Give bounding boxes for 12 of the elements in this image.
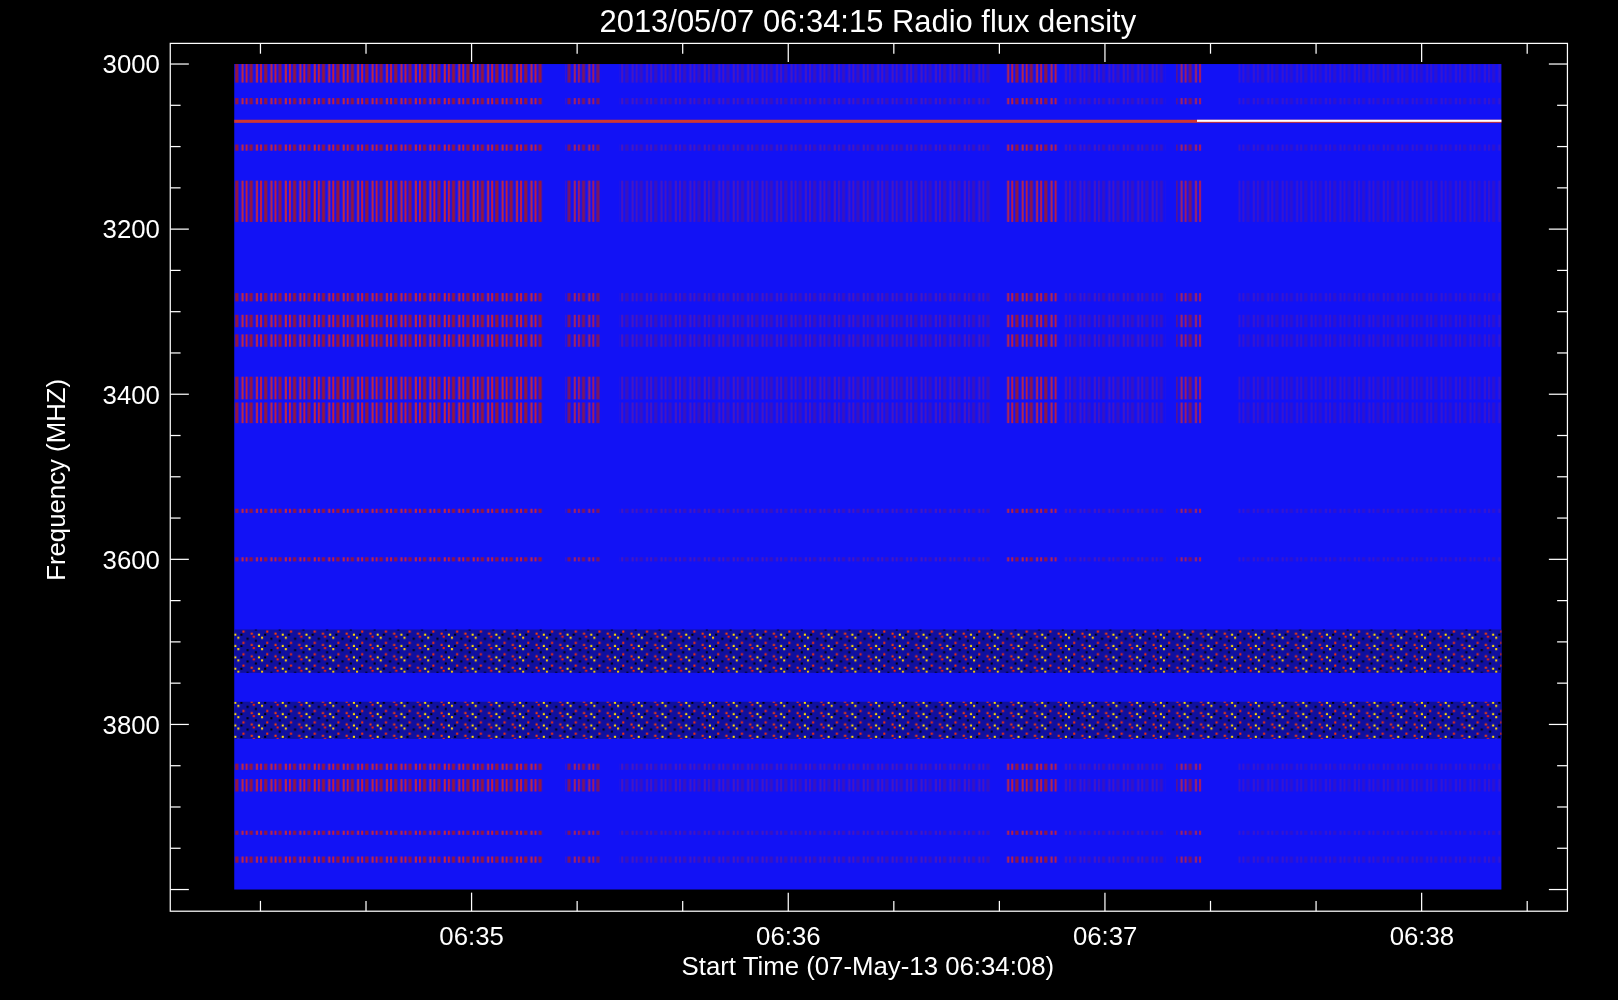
y-tick-label: 3000 — [102, 50, 160, 79]
x-axis-label: Start Time (07-May-13 06:34:08) — [681, 952, 1055, 981]
x-tick-label: 06:37 — [1072, 922, 1138, 951]
x-tick-label: 06:38 — [1389, 922, 1455, 951]
x-tick-label: 06:35 — [439, 922, 504, 951]
y-tick-label: 3400 — [102, 380, 160, 409]
x-tick-label: 06:36 — [756, 922, 821, 951]
y-tick-label: 3200 — [102, 215, 160, 244]
plot-title: 2013/05/07 06:34:15 Radio flux density — [599, 4, 1137, 40]
y-axis-label: Frequency (MHZ) — [42, 378, 70, 581]
y-tick-label: 3600 — [102, 545, 160, 574]
y-tick-label: 3800 — [102, 710, 160, 739]
